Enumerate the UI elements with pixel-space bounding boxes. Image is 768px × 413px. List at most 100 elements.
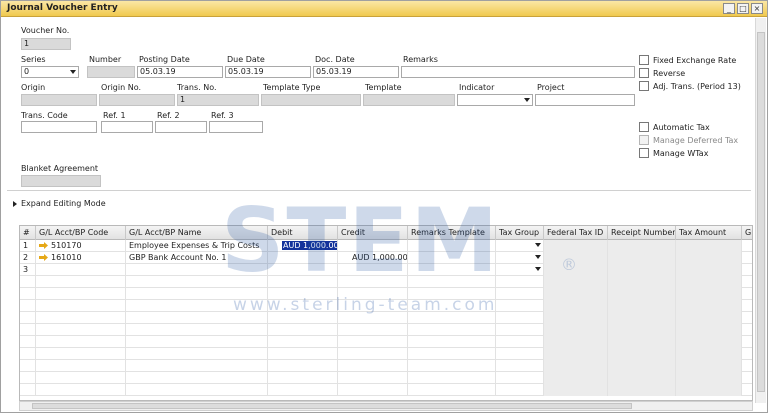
cell-fedtax[interactable] (544, 240, 608, 252)
table-row[interactable] (20, 288, 752, 300)
cell-gr[interactable] (742, 276, 752, 288)
indicator-select[interactable] (457, 94, 533, 106)
cell-code[interactable] (36, 336, 126, 348)
remarks-field[interactable] (401, 66, 635, 78)
cell-remarks[interactable] (408, 312, 496, 324)
cell-receipt[interactable] (608, 276, 676, 288)
table-row[interactable] (20, 324, 752, 336)
cell-taxamt[interactable] (676, 276, 742, 288)
cell-taxgroup[interactable] (496, 360, 544, 372)
cell-remarks[interactable] (408, 276, 496, 288)
cell-name[interactable] (126, 336, 268, 348)
cell-fedtax[interactable] (544, 252, 608, 264)
cell-code[interactable] (36, 312, 126, 324)
cell-code[interactable] (36, 384, 126, 396)
cell-receipt[interactable] (608, 312, 676, 324)
cell-receipt[interactable] (608, 384, 676, 396)
cell-gr[interactable] (742, 348, 752, 360)
cell-debit[interactable] (268, 324, 338, 336)
cell-gr[interactable] (742, 300, 752, 312)
ref1-field[interactable] (101, 121, 153, 133)
cell-debit[interactable] (268, 312, 338, 324)
cell-debit[interactable] (268, 384, 338, 396)
cell-fedtax[interactable] (544, 324, 608, 336)
cell-fedtax[interactable] (544, 288, 608, 300)
manage-wtax-checkbox[interactable]: Manage WTax (639, 148, 708, 158)
cell-code[interactable]: 161010 (36, 252, 126, 264)
cell-taxgroup[interactable] (496, 288, 544, 300)
cell-gr[interactable] (742, 336, 752, 348)
cell-taxamt[interactable] (676, 336, 742, 348)
cell-name[interactable]: GBP Bank Account No. 1 (126, 252, 268, 264)
table-row[interactable] (20, 336, 752, 348)
cell-receipt[interactable] (608, 348, 676, 360)
cell-taxgroup[interactable] (496, 240, 544, 252)
cell-debit[interactable] (268, 372, 338, 384)
table-row[interactable]: 2 161010 GBP Bank Account No. 1 AUD 1,000.0… (20, 252, 752, 264)
cell-fedtax[interactable] (544, 312, 608, 324)
cell-taxgroup[interactable] (496, 312, 544, 324)
cell-taxamt[interactable] (676, 324, 742, 336)
cell-name[interactable] (126, 300, 268, 312)
cell-taxgroup[interactable] (496, 252, 544, 264)
cell-taxgroup[interactable] (496, 300, 544, 312)
table-row[interactable] (20, 312, 752, 324)
title-bar[interactable]: Journal Voucher Entry _ □ × (1, 1, 767, 17)
cell-name[interactable] (126, 288, 268, 300)
cell-remarks[interactable] (408, 336, 496, 348)
cell-taxgroup[interactable] (496, 384, 544, 396)
col-header-gr[interactable]: Gr (742, 226, 752, 240)
cell-fedtax[interactable] (544, 264, 608, 276)
cell-credit[interactable] (338, 372, 408, 384)
cell-debit[interactable] (268, 252, 338, 264)
cell-code[interactable] (36, 300, 126, 312)
cell-credit[interactable] (338, 288, 408, 300)
cell-gr[interactable] (742, 312, 752, 324)
cell-gr[interactable] (742, 240, 752, 252)
cell-taxamt[interactable] (676, 252, 742, 264)
cell-code[interactable] (36, 264, 126, 276)
cell-credit[interactable] (338, 276, 408, 288)
table-row[interactable] (20, 372, 752, 384)
col-header-remarks-template[interactable]: Remarks Template (408, 226, 496, 240)
minimize-button[interactable]: _ (723, 3, 735, 14)
cell-fedtax[interactable] (544, 348, 608, 360)
cell-name[interactable] (126, 348, 268, 360)
cell-receipt[interactable] (608, 252, 676, 264)
cell-taxamt[interactable] (676, 312, 742, 324)
cell-code[interactable]: 510170 (36, 240, 126, 252)
cell-receipt[interactable] (608, 372, 676, 384)
project-field[interactable] (535, 94, 635, 106)
cell-gr[interactable] (742, 252, 752, 264)
cell-credit[interactable] (338, 360, 408, 372)
col-header-tax-group[interactable]: Tax Group (496, 226, 544, 240)
journal-lines-grid[interactable]: # G/L Acct/BP Code G/L Acct/BP Name Debi… (19, 225, 753, 401)
col-header-tax-amount[interactable]: Tax Amount (676, 226, 742, 240)
cell-code[interactable] (36, 288, 126, 300)
close-button[interactable]: × (751, 3, 763, 14)
vertical-scrollbar[interactable] (755, 18, 766, 403)
table-row[interactable] (20, 360, 752, 372)
cell-taxgroup[interactable] (496, 324, 544, 336)
cell-credit[interactable] (338, 300, 408, 312)
cell-fedtax[interactable] (544, 372, 608, 384)
cell-name[interactable]: Employee Expenses & Trip Costs (126, 240, 268, 252)
cell-debit[interactable] (268, 288, 338, 300)
cell-receipt[interactable] (608, 324, 676, 336)
horizontal-scrollbar[interactable] (19, 401, 753, 411)
cell-code[interactable] (36, 372, 126, 384)
cell-fedtax[interactable] (544, 300, 608, 312)
posting-date-field[interactable]: 05.03.19 (137, 66, 223, 78)
table-row[interactable]: 3 (20, 264, 752, 276)
cell-fedtax[interactable] (544, 336, 608, 348)
cell-gr[interactable] (742, 372, 752, 384)
cell-remarks[interactable] (408, 288, 496, 300)
col-header-name[interactable]: G/L Acct/BP Name (126, 226, 268, 240)
cell-taxamt[interactable] (676, 240, 742, 252)
cell-name[interactable] (126, 312, 268, 324)
cell-taxgroup[interactable] (496, 264, 544, 276)
chevron-down-icon[interactable] (535, 267, 541, 271)
cell-debit[interactable] (268, 300, 338, 312)
fixed-exchange-rate-checkbox[interactable]: Fixed Exchange Rate (639, 55, 736, 65)
cell-remarks[interactable] (408, 240, 496, 252)
